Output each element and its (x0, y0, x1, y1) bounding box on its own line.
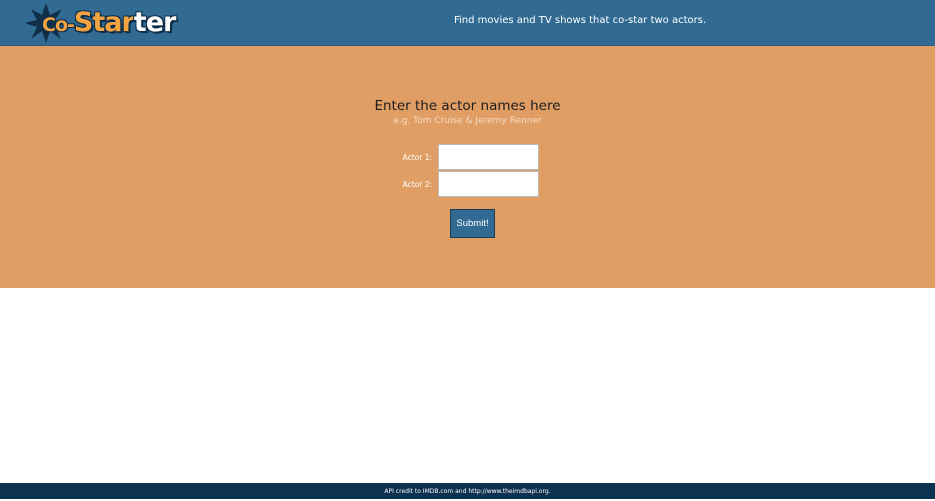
footer-prefix: API credit to (384, 488, 423, 495)
theimdbapi-link[interactable]: http://www.theimdbapi.org (468, 488, 548, 495)
imdb-link[interactable]: IMDB.com (423, 488, 453, 495)
logo-co-text: Co- (42, 14, 75, 36)
actor2-input[interactable] (438, 171, 539, 197)
logo-star-text: Star (73, 7, 135, 38)
logo-ter-text: ter (133, 7, 177, 38)
logo-wordmark: Co-Starter (42, 7, 177, 38)
actor1-input[interactable] (438, 144, 539, 170)
footer-suffix: . (548, 488, 551, 495)
search-panel: Enter the actor names here e.g. Tom Crui… (0, 46, 935, 288)
co-starter-logo[interactable]: Co-Starter (26, 3, 176, 43)
form-subtitle: e.g. Tom Cruise & Jeremy Renner (393, 116, 542, 126)
header-tagline: Find movies and TV shows that co-star tw… (454, 15, 707, 26)
form-title: Enter the actor names here (374, 98, 561, 114)
actor2-label: Actor 2: (402, 180, 432, 189)
actor1-label: Actor 1: (402, 153, 432, 162)
submit-button[interactable]: Submit! (450, 209, 495, 238)
site-footer: API credit to IMDB.com and http://www.th… (0, 483, 935, 499)
footer-middle: and (453, 488, 469, 495)
site-header: Co-Starter Find movies and TV shows that… (0, 0, 935, 46)
